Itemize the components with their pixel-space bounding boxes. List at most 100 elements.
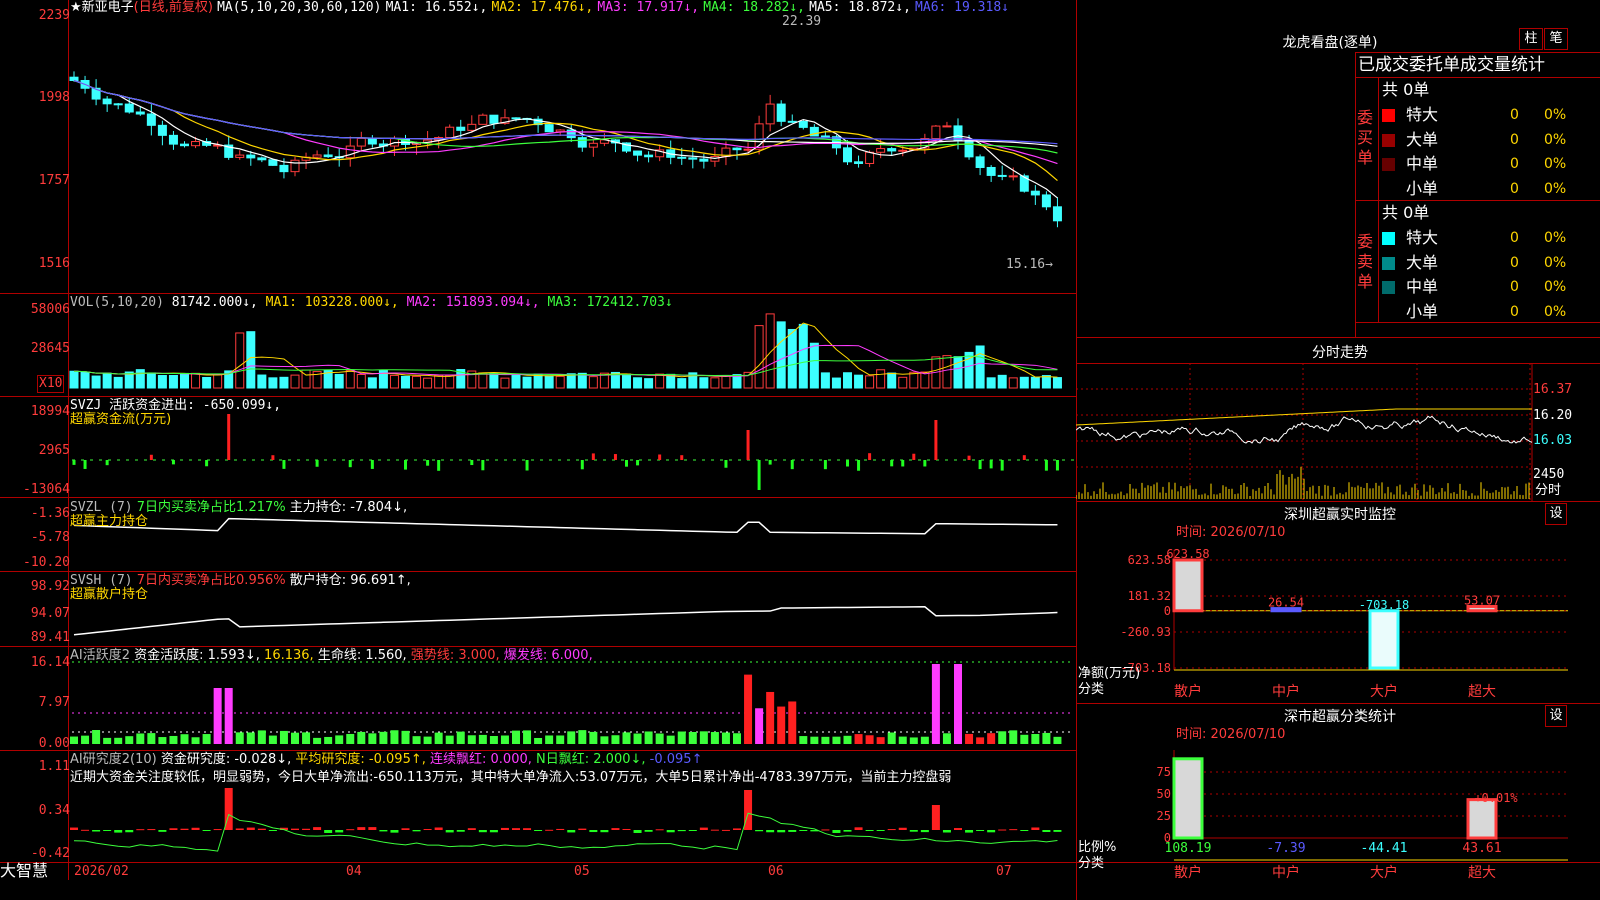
ai1-bar — [887, 732, 896, 744]
candle — [776, 103, 786, 122]
stats-settings-button[interactable]: 设 — [1545, 705, 1567, 727]
svzj-bar — [790, 460, 794, 470]
ai1-bar — [920, 736, 929, 744]
candle — [997, 174, 1007, 177]
ai2-bar — [699, 827, 708, 830]
lhb-sell-row: 特大 0 0% — [1382, 227, 1600, 249]
volume-bar — [909, 371, 919, 389]
ai2-bar — [887, 829, 896, 831]
ai1-bar — [987, 733, 996, 744]
ai2-bar — [998, 829, 1007, 831]
ai2-bar — [920, 830, 929, 833]
ai1-bar — [401, 730, 410, 744]
volume-bar — [699, 377, 709, 389]
ai2-v1: 资金研究度: -0.028↓, — [160, 752, 292, 767]
ma-line — [73, 79, 1058, 145]
lhb-sell-swatch — [1382, 281, 1395, 294]
svzj-bar — [227, 414, 231, 460]
ai2-ytick-1: 1.11 — [38, 759, 70, 774]
stats-xaxis-name: 分类 — [1078, 856, 1105, 871]
volume-bar — [1019, 376, 1029, 389]
monitor-value-label: -703.18 — [1359, 598, 1410, 612]
ai2-v5: -0.095↑ — [649, 752, 703, 767]
candle — [191, 141, 201, 147]
kline-mode[interactable]: (日线,前复权) — [134, 0, 213, 15]
ai2-bar — [633, 830, 642, 833]
lhb-mid-line — [1355, 200, 1600, 201]
ai2-bar — [512, 828, 520, 830]
kline-ytick-2: 1998 — [38, 90, 70, 105]
candle — [865, 151, 875, 164]
svzj-bar — [83, 460, 87, 469]
lhb-buy-name: 大单 — [1406, 129, 1439, 149]
ai1-bar — [622, 732, 631, 744]
svsh-ytick-2: 94.07 — [30, 606, 70, 621]
lhb-buy-swatch — [1382, 133, 1395, 147]
ai2-ytick-2: 0.34 — [38, 803, 70, 818]
ai2-bar — [169, 828, 178, 830]
ai1-bar — [390, 730, 399, 744]
monitor-bar-散户 — [1172, 558, 1204, 613]
ai1-ytick-1: 16.14 — [30, 655, 70, 670]
ai1-bar — [268, 735, 277, 744]
ai1-bar — [942, 733, 951, 744]
ai2-bar — [799, 830, 808, 831]
lhb-buy-pct: 0% — [1544, 131, 1567, 148]
candle — [588, 142, 598, 148]
svsh-line — [73, 605, 1058, 636]
ai2-bar — [821, 829, 830, 831]
stats-value-label: 108.19 — [1165, 841, 1212, 856]
lhb-tick-button[interactable]: 笔 — [1544, 28, 1568, 50]
svzj-bar — [757, 460, 761, 490]
volume-bar — [831, 377, 841, 389]
stock-name[interactable]: ★新亚电子 — [70, 0, 134, 15]
volume-bar — [80, 371, 90, 389]
candle — [135, 111, 145, 115]
fenshi-ytick-3: 16.03 — [1533, 433, 1573, 448]
candle — [577, 137, 587, 148]
ai2-bar — [81, 829, 90, 831]
ai2-v2: 平均研究度: -0.095↑, — [295, 752, 426, 767]
ai1-bar — [1009, 730, 1018, 744]
candle — [323, 154, 333, 158]
stats-bar-散户 — [1172, 757, 1204, 840]
ai2-bar — [136, 829, 145, 831]
svzj-bar — [658, 454, 662, 460]
lhb-buy-pct: 0% — [1544, 180, 1567, 197]
ma-line — [73, 79, 1058, 154]
lhb-buy-row: 中单 0 0% — [1382, 153, 1600, 175]
lhb-sell-swatch — [1382, 256, 1395, 270]
ai2-bar — [1009, 829, 1018, 831]
ai1-bar — [744, 674, 753, 744]
fenshi-title: 分时走势 — [1312, 345, 1368, 361]
lhb-buy-row: 小单 0 0% — [1382, 178, 1600, 200]
candle — [765, 103, 775, 125]
ai1-bar — [291, 732, 299, 744]
ai1-bar — [158, 737, 167, 744]
fenshi-chart[interactable] — [1076, 363, 1600, 501]
ai1-bar — [512, 730, 520, 744]
ai2-bar — [125, 830, 134, 833]
stats-top-label: +0.01% — [1474, 791, 1518, 805]
xaxis-label-2: 04 — [346, 864, 362, 879]
kline-ytick-1: 2239 — [38, 8, 70, 23]
svzl-sub: 超赢主力持仓 — [70, 514, 149, 529]
ai1-v5: 爆发线: 6.000, — [503, 648, 593, 663]
lhb-bar-button[interactable]: 柱 — [1519, 28, 1543, 50]
lhb-sell-swatch — [1382, 232, 1395, 245]
vol-unit: X10 — [37, 375, 65, 393]
ai2-bar — [368, 827, 377, 830]
monitor-ytick: -260.93 — [1120, 625, 1171, 639]
brand-logo[interactable]: 大智慧 — [0, 863, 48, 879]
volume-bar — [168, 374, 178, 389]
volume-bar — [721, 375, 731, 389]
ai1-bar — [854, 734, 863, 744]
monitor-settings-button[interactable]: 设 — [1545, 503, 1567, 525]
fenshi-vol-tick: 2450 — [1533, 467, 1565, 482]
ai2-bar — [1031, 827, 1040, 830]
volume-bar — [633, 377, 643, 389]
monitor-chart[interactable]: 623.58 181.320 -260.93 -703.18 623.58 散户 26.54… — [1076, 540, 1600, 700]
stats-chart[interactable]: 7550250108.19散户-7.39中户-44.41大户43.61超大+0.… — [1076, 740, 1600, 900]
ai1-bar — [843, 735, 852, 744]
left-chart-canvas[interactable] — [0, 0, 1076, 880]
